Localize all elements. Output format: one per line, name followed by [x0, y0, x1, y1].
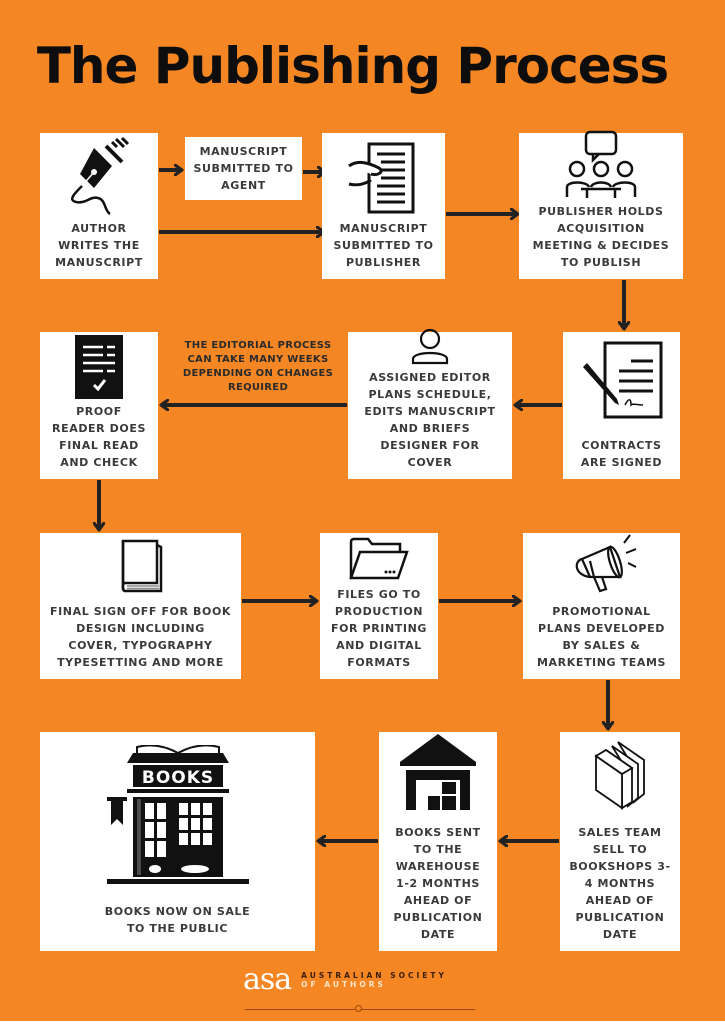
org-name-line1: AUSTRALIAN SOCIETY	[301, 971, 447, 980]
checked-document-icon	[75, 335, 123, 399]
step-label: MANUSCRIPT SUBMITTED TO AGENT	[193, 145, 294, 192]
step-agent: MANUSCRIPT SUBMITTED TO AGENT	[185, 137, 302, 200]
step-acquisition: PUBLISHER HOLDS ACQUISITION MEETING & DE…	[519, 130, 683, 279]
user-icon	[410, 327, 450, 365]
folder-icon	[348, 536, 410, 582]
step-author: AUTHOR WRITES THE MANUSCRIPT	[40, 133, 158, 279]
contract-pen-icon	[579, 339, 665, 419]
step-label: BOOKS SENT TO THE WAREHOUSE 1-2 MONTHS A…	[393, 826, 483, 941]
step-label: FINAL SIGN OFF FOR BOOK DESIGN INCLUDING…	[49, 605, 232, 669]
editorial-note: THE EDITORIAL PROCESS CAN TAKE MANY WEEK…	[182, 340, 334, 393]
step-on-sale: BOOKS BOOKS NOW ON SALE TO THE PUBLIC	[40, 732, 315, 951]
org-name: AUSTRALIAN SOCIETY OF AUTHORS	[301, 971, 447, 989]
step-production: FILES GO TO PRODUCTION FOR PRINTING AND …	[320, 533, 438, 679]
book-icon	[119, 537, 163, 595]
bookshop-sign: BOOKS	[141, 768, 213, 788]
org-name-line2: OF AUTHORS	[301, 980, 386, 989]
step-warehouse: BOOKS SENT TO THE WAREHOUSE 1-2 MONTHS A…	[379, 732, 497, 951]
warehouse-icon	[398, 732, 478, 810]
step-contracts: CONTRACTS ARE SIGNED	[563, 332, 680, 479]
step-label: PROOF READER DOES FINAL READ AND CHECK	[52, 405, 146, 469]
footer-divider-dot	[355, 1005, 362, 1012]
step-promotional: PROMOTIONAL PLANS DEVELOPED BY SALES & M…	[523, 533, 680, 679]
step-label: CONTRACTS ARE SIGNED	[580, 439, 663, 469]
meeting-icon	[563, 129, 639, 199]
megaphone-icon	[564, 533, 640, 595]
books-stack-icon	[592, 738, 648, 810]
step-label: BOOKS NOW ON SALE TO THE PUBLIC	[104, 905, 251, 935]
step-label: PUBLISHER HOLDS ACQUISITION MEETING & DE…	[532, 205, 670, 269]
step-editor: ASSIGNED EDITOR PLANS SCHEDULE, EDITS MA…	[348, 328, 512, 479]
document-hand-icon	[347, 140, 421, 216]
step-label: AUTHOR WRITES THE MANUSCRIPT	[55, 222, 143, 269]
step-label: PROMOTIONAL PLANS DEVELOPED BY SALES & M…	[536, 605, 667, 669]
step-proof: PROOF READER DOES FINAL READ AND CHECK	[40, 332, 158, 479]
step-publisher-submit: MANUSCRIPT SUBMITTED TO PUBLISHER	[322, 133, 445, 279]
step-label: SALES TEAM SELL TO BOOKSHOPS 3- 4 MONTHS…	[569, 826, 671, 941]
step-signoff: FINAL SIGN OFF FOR BOOK DESIGN INCLUDING…	[40, 533, 241, 679]
asa-wordmark: asa	[243, 962, 292, 997]
page-title: The Publishing Process	[36, 37, 669, 95]
asa-logo: asa AUSTRALIAN SOCIETY OF AUTHORS	[243, 965, 447, 995]
step-sales: SALES TEAM SELL TO BOOKSHOPS 3- 4 MONTHS…	[560, 732, 680, 951]
fountain-pen-icon	[64, 136, 134, 216]
step-label: FILES GO TO PRODUCTION FOR PRINTING AND …	[330, 588, 428, 669]
step-label: MANUSCRIPT SUBMITTED TO PUBLISHER	[333, 222, 434, 269]
bookshop-icon: BOOKS	[106, 745, 249, 885]
step-label: ASSIGNED EDITOR PLANS SCHEDULE, EDITS MA…	[364, 371, 496, 469]
